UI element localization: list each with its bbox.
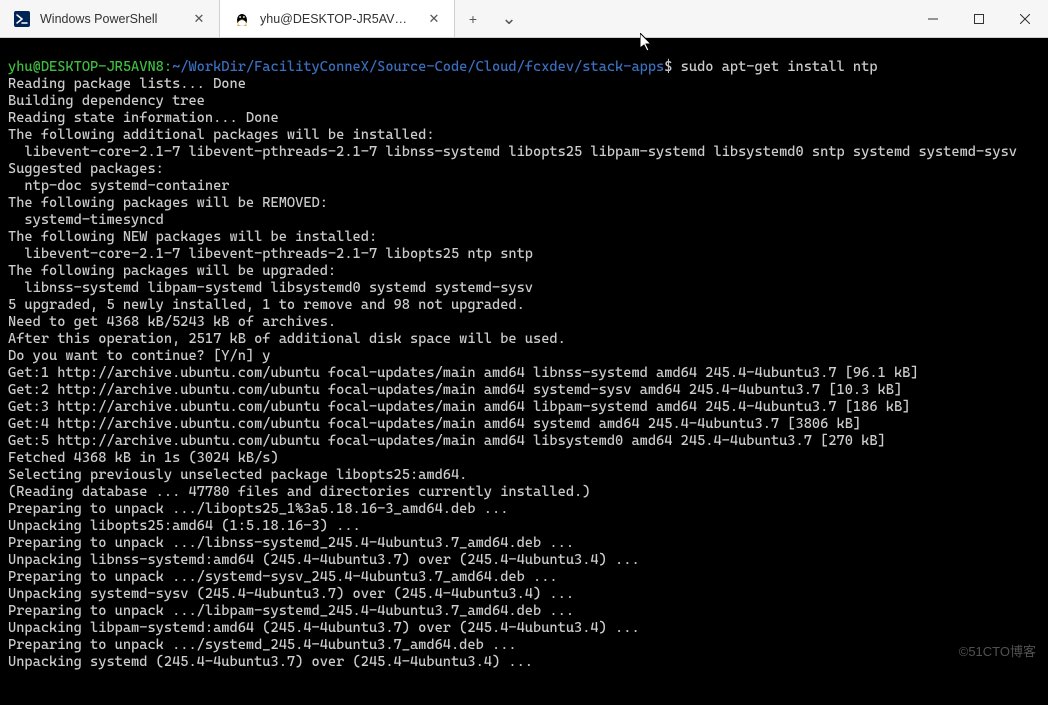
terminal-line: Do you want to continue? [Y/n] y (8, 348, 1040, 365)
terminal-line: The following packages will be REMOVED: (8, 195, 1040, 212)
window-controls (910, 0, 1048, 37)
terminal-line: The following additional packages will b… (8, 127, 1040, 144)
powershell-icon (14, 11, 30, 27)
terminal-line: libevent-core-2.1-7 libevent-pthreads-2.… (8, 144, 1040, 161)
tab-actions: + ⌄ (455, 0, 527, 37)
minimize-button[interactable] (910, 0, 956, 38)
terminal-line: Preparing to unpack .../libopts25_1%3a5.… (8, 501, 1040, 518)
terminal-line: Selecting previously unselected package … (8, 467, 1040, 484)
terminal-line: Preparing to unpack .../systemd_245.4-4u… (8, 637, 1040, 654)
tux-icon (234, 11, 250, 27)
terminal-line: Unpacking systemd-sysv (245.4-4ubuntu3.7… (8, 586, 1040, 603)
terminal-line: Get:5 http://archive.ubuntu.com/ubuntu f… (8, 433, 1040, 450)
maximize-button[interactable] (956, 0, 1002, 38)
prompt-line: yhu@DESKTOP-JR5AVN8:~/WorkDir/FacilityCo… (8, 59, 1040, 76)
terminal-output: Reading package lists... DoneBuilding de… (8, 76, 1040, 671)
terminal-line: Fetched 4368 kB in 1s (3024 kB/s) (8, 450, 1040, 467)
tabs: Windows PowerShell ✕ yhu@DESKTOP-JR5AVN8… (0, 0, 455, 37)
close-icon[interactable]: ✕ (191, 11, 207, 27)
terminal-line: Get:2 http://archive.ubuntu.com/ubuntu f… (8, 382, 1040, 399)
terminal-line: Need to get 4368 kB/5243 kB of archives. (8, 314, 1040, 331)
tab-title: yhu@DESKTOP-JR5AVN8: ~/Wo (260, 12, 416, 26)
terminal-line: Unpacking libopts25:amd64 (1:5.18.16-3) … (8, 518, 1040, 535)
close-window-button[interactable] (1002, 0, 1048, 38)
terminal-line: Unpacking libnss-systemd:amd64 (245.4-4u… (8, 552, 1040, 569)
terminal-line: After this operation, 2517 kB of additio… (8, 331, 1040, 348)
terminal-line: systemd-timesyncd (8, 212, 1040, 229)
tab-title: Windows PowerShell (40, 12, 181, 26)
terminal-line: (Reading database ... 47780 files and di… (8, 484, 1040, 501)
prompt-sep: : (164, 59, 172, 75)
terminal-line: Reading package lists... Done (8, 76, 1040, 93)
terminal-line: Get:4 http://archive.ubuntu.com/ubuntu f… (8, 416, 1040, 433)
watermark: ©51CTO博客 (959, 643, 1036, 660)
prompt-path: ~/WorkDir/FacilityConneX/Source-Code/Clo… (172, 59, 664, 75)
terminal-line: Unpacking libpam-systemd:amd64 (245.4-4u… (8, 620, 1040, 637)
terminal-line: The following NEW packages will be insta… (8, 229, 1040, 246)
terminal-line: Building dependency tree (8, 93, 1040, 110)
terminal-line: Get:1 http://archive.ubuntu.com/ubuntu f… (8, 365, 1040, 382)
terminal-line: 5 upgraded, 5 newly installed, 1 to remo… (8, 297, 1040, 314)
tab-powershell[interactable]: Windows PowerShell ✕ (0, 0, 220, 37)
terminal-line: libnss-systemd libpam-systemd libsystemd… (8, 280, 1040, 297)
titlebar: Windows PowerShell ✕ yhu@DESKTOP-JR5AVN8… (0, 0, 1048, 38)
terminal-line: Unpacking systemd (245.4-4ubuntu3.7) ove… (8, 654, 1040, 671)
titlebar-spacer (527, 0, 910, 37)
command: sudo apt-get install ntp (672, 59, 877, 75)
tab-wsl[interactable]: yhu@DESKTOP-JR5AVN8: ~/Wo ✕ (220, 0, 455, 37)
prompt-user: yhu@DESKTOP-JR5AVN8 (8, 59, 164, 75)
terminal[interactable]: yhu@DESKTOP-JR5AVN8:~/WorkDir/FacilityCo… (0, 38, 1048, 666)
terminal-line: ntp-doc systemd-container (8, 178, 1040, 195)
terminal-line: Get:3 http://archive.ubuntu.com/ubuntu f… (8, 399, 1040, 416)
terminal-line: Suggested packages: (8, 161, 1040, 178)
terminal-line: libevent-core-2.1-7 libevent-pthreads-2.… (8, 246, 1040, 263)
terminal-line: Reading state information... Done (8, 110, 1040, 127)
terminal-line: Preparing to unpack .../systemd-sysv_245… (8, 569, 1040, 586)
close-icon[interactable]: ✕ (426, 11, 442, 27)
terminal-line: The following packages will be upgraded: (8, 263, 1040, 280)
tab-dropdown-button[interactable]: ⌄ (491, 0, 527, 38)
terminal-line: Preparing to unpack .../libpam-systemd_2… (8, 603, 1040, 620)
new-tab-button[interactable]: + (455, 0, 491, 38)
terminal-line: Preparing to unpack .../libnss-systemd_2… (8, 535, 1040, 552)
